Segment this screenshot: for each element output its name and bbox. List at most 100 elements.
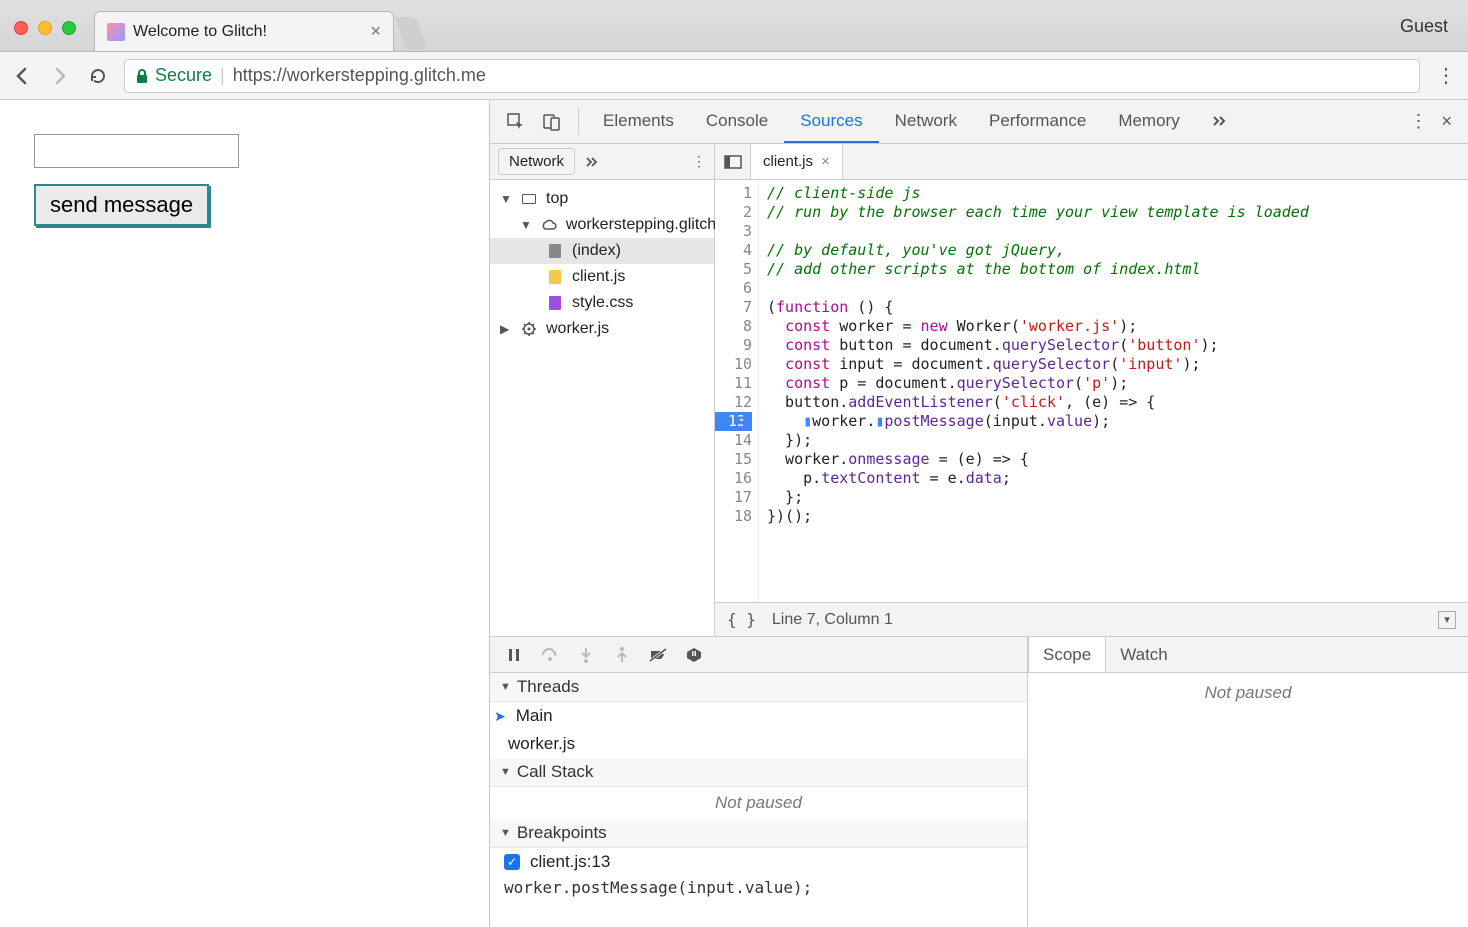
debugger-toolbar [490, 637, 1027, 673]
debugger-left-pane: ▼ Threads Main worker.js ▼ Call Stack No… [490, 637, 1028, 927]
tree-file-clientjs[interactable]: client.js [490, 264, 714, 290]
new-tab-button[interactable] [394, 17, 428, 49]
browser-tab-bar: Welcome to Glitch! × Guest [0, 0, 1468, 52]
callstack-empty-text: Not paused [490, 787, 1027, 819]
tree-node-worker[interactable]: ▶ worker.js [490, 316, 714, 342]
file-icon [546, 268, 564, 286]
tree-label: workerstepping.glitch [566, 216, 716, 234]
tree-toggle-icon: ▼ [500, 192, 512, 206]
debugger-right-pane: Scope Watch Not paused [1028, 637, 1468, 927]
window-controls [0, 21, 90, 51]
step-over-button[interactable] [540, 645, 560, 665]
section-label: Threads [517, 677, 579, 697]
window-minimize-button[interactable] [38, 21, 52, 35]
editor-tab-close-button[interactable]: × [821, 153, 830, 170]
send-message-button[interactable]: send message [34, 184, 209, 226]
scope-empty-text: Not paused [1028, 673, 1468, 709]
editor-tab-clientjs[interactable]: client.js × [751, 144, 843, 179]
devtools-close-button[interactable]: × [1441, 111, 1452, 132]
cursor-position: Line 7, Column 1 [772, 611, 893, 629]
browser-nav-bar: Secure | https://workerstepping.glitch.m… [0, 52, 1468, 100]
scope-watch-tabs: Scope Watch [1028, 637, 1468, 673]
navigator-mode-tab[interactable]: Network [498, 148, 575, 175]
watch-tab[interactable]: Watch [1106, 637, 1182, 672]
editor-status-bar: { } Line 7, Column 1 ▾ [715, 602, 1468, 636]
tab-close-button[interactable]: × [370, 21, 381, 42]
tree-label: top [546, 190, 568, 208]
show-console-button[interactable]: ▾ [1438, 611, 1456, 629]
deactivate-breakpoints-button[interactable] [648, 645, 668, 665]
navigator-overflow-button[interactable] [585, 157, 599, 167]
tree-node-top[interactable]: ▼ top [490, 186, 714, 212]
breakpoint-item[interactable]: ✓ client.js:13 [490, 848, 1027, 876]
reload-button[interactable] [86, 64, 110, 88]
inspect-element-button[interactable] [498, 100, 534, 143]
pretty-print-button[interactable]: { } [727, 610, 756, 629]
page-content: send message [0, 100, 490, 927]
section-label: Call Stack [517, 762, 594, 782]
chevron-double-right-icon [1212, 115, 1228, 127]
window-maximize-button[interactable] [62, 21, 76, 35]
triangle-down-icon: ▼ [500, 681, 511, 693]
pause-button[interactable] [504, 645, 524, 665]
tab-title: Welcome to Glitch! [133, 23, 267, 41]
navigator-menu-button[interactable]: ⋮ [692, 153, 706, 170]
breakpoints-section-header[interactable]: ▼ Breakpoints [490, 819, 1027, 848]
triangle-down-icon: ▼ [500, 827, 511, 839]
tree-file-index[interactable]: (index) [490, 238, 714, 264]
profile-label[interactable]: Guest [1400, 16, 1468, 51]
file-icon [546, 242, 564, 260]
back-button[interactable] [10, 64, 34, 88]
browser-menu-button[interactable]: ⋮ [1434, 63, 1458, 88]
breakpoint-code-preview: worker.postMessage(input.value); [490, 876, 1027, 901]
debugger-panel: ▼ Threads Main worker.js ▼ Call Stack No… [490, 637, 1468, 927]
breakpoint-label: client.js:13 [530, 852, 610, 872]
breakpoint-checkbox[interactable]: ✓ [504, 854, 520, 870]
browser-tab[interactable]: Welcome to Glitch! × [94, 11, 394, 51]
scope-tab[interactable]: Scope [1028, 637, 1106, 672]
step-out-button[interactable] [612, 645, 632, 665]
secure-indicator: Secure [135, 65, 212, 86]
window-close-button[interactable] [14, 21, 28, 35]
tree-node-domain[interactable]: ▼ workerstepping.glitch [490, 212, 714, 238]
tree-label: client.js [572, 268, 625, 286]
tab-elements[interactable]: Elements [587, 100, 690, 143]
source-editor: client.js × 123456789101112131415161718 … [715, 144, 1468, 636]
pause-on-exceptions-button[interactable] [684, 645, 704, 665]
step-into-button[interactable] [576, 645, 596, 665]
thread-label: Main [516, 706, 553, 726]
thread-label: worker.js [508, 734, 575, 754]
forward-button[interactable] [48, 64, 72, 88]
callstack-section-header[interactable]: ▼ Call Stack [490, 758, 1027, 787]
tab-memory[interactable]: Memory [1102, 100, 1195, 143]
tree-file-stylecss[interactable]: style.css [490, 290, 714, 316]
url-text: https://workerstepping.glitch.me [233, 65, 486, 86]
lock-icon [135, 68, 149, 84]
thread-main[interactable]: Main [490, 702, 1027, 730]
devtools-tab-bar: Elements Console Sources Network Perform… [490, 100, 1468, 144]
triangle-down-icon: ▼ [500, 766, 511, 778]
chevron-double-right-icon [585, 157, 599, 167]
cloud-icon [540, 216, 558, 234]
tab-performance[interactable]: Performance [973, 100, 1102, 143]
editor-tab-bar: client.js × [715, 144, 1468, 180]
file-tree: ▼ top ▼ workerstepping.glitch [490, 180, 714, 636]
toggle-navigator-button[interactable] [715, 144, 751, 179]
message-input[interactable] [34, 134, 239, 168]
tree-toggle-icon: ▶ [500, 322, 512, 336]
tab-network[interactable]: Network [879, 100, 973, 143]
devtools-panel: Elements Console Sources Network Perform… [490, 100, 1468, 927]
threads-section-header[interactable]: ▼ Threads [490, 673, 1027, 702]
tree-label: worker.js [546, 320, 609, 338]
address-bar[interactable]: Secure | https://workerstepping.glitch.m… [124, 59, 1420, 93]
thread-worker[interactable]: worker.js [490, 730, 1027, 758]
line-gutter[interactable]: 123456789101112131415161718 [715, 180, 759, 602]
device-toolbar-button[interactable] [534, 100, 570, 143]
tab-sources[interactable]: Sources [784, 100, 878, 143]
tab-console[interactable]: Console [690, 100, 784, 143]
devtools-menu-button[interactable]: ⋮ [1409, 111, 1427, 132]
code-area[interactable]: 123456789101112131415161718 // client-si… [715, 180, 1468, 602]
favicon-icon [107, 23, 125, 41]
code-content[interactable]: // client-side js// run by the browser e… [759, 180, 1468, 602]
tab-overflow-button[interactable] [1196, 100, 1244, 143]
